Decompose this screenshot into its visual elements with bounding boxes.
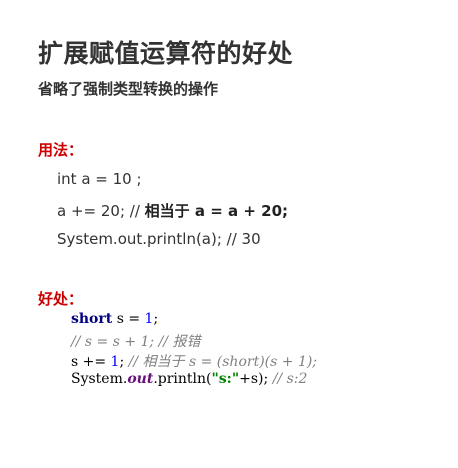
usage-line-2: a += 20; // 相当于 a = a + 20; [57, 200, 288, 221]
code-text: s += [71, 354, 111, 370]
usage-line-2-bold: 相当于 a = a + 20; [144, 202, 289, 220]
code-comment: // s:2 [272, 371, 308, 387]
usage-line-1: int a = 10 ; [57, 170, 142, 188]
code-line-2: // s = s + 1; // 报错 [71, 331, 200, 351]
code-field: out [127, 371, 154, 387]
usage-line-3: System.out.println(a); // 30 [57, 230, 261, 248]
code-line-1: short s = 1; [71, 311, 158, 327]
code-text: s = [112, 311, 145, 327]
code-line-4: System.out.println("s:"+s); // s:2 [71, 371, 307, 387]
code-text: ; [153, 311, 159, 327]
code-comment: // 相当于 s = (short)(s + 1); [128, 354, 318, 370]
code-text: .println( [153, 371, 212, 387]
code-text: ; [119, 354, 129, 370]
code-text: System. [71, 371, 128, 387]
code-text: +s); [239, 371, 273, 387]
usage-line-2-code: a += 20; // [57, 202, 145, 220]
code-string: "s:" [211, 371, 240, 387]
benefit-label: 好处： [38, 290, 84, 308]
slide: 扩展赋值运算符的好处 省略了强制类型转换的操作 用法： int a = 10 ;… [0, 0, 458, 468]
usage-label: 用法： [38, 141, 84, 159]
page-title: 扩展赋值运算符的好处 [38, 39, 294, 68]
code-comment: // s = s + 1; // 报错 [71, 334, 201, 350]
page-subtitle: 省略了强制类型转换的操作 [38, 80, 219, 98]
code-keyword: short [71, 311, 113, 327]
code-line-3: s += 1; // 相当于 s = (short)(s + 1); [71, 351, 317, 371]
